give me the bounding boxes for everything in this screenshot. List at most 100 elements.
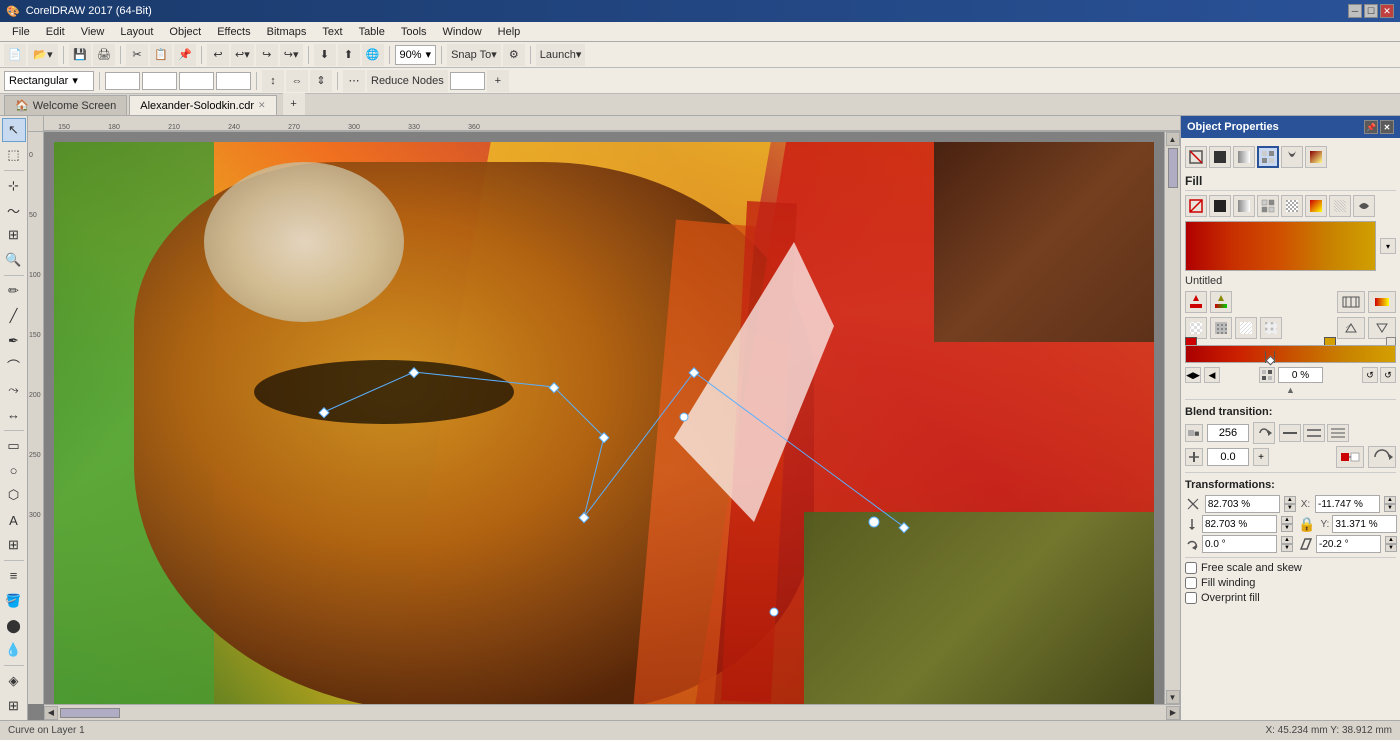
tab-close-icon[interactable]: ✕ — [258, 100, 266, 111]
smooth-tool[interactable]: 〜 — [2, 198, 26, 222]
publish-button[interactable]: 🌐 — [362, 44, 384, 66]
new-tab-button[interactable]: + — [283, 93, 305, 115]
grad-pct-input[interactable]: 0 % — [1278, 367, 1323, 383]
color-stop-mid[interactable] — [1265, 351, 1275, 363]
blend-offset-plus[interactable]: + — [1253, 448, 1269, 466]
mirror-h-button[interactable]: ⇔ — [286, 70, 308, 92]
crop-tool[interactable]: ⊞ — [2, 223, 26, 247]
menu-text[interactable]: Text — [314, 24, 350, 40]
vscroll-track[interactable] — [1166, 146, 1180, 690]
blend-cycle3-btn[interactable] — [1368, 446, 1396, 468]
blend-steps-input[interactable]: 256 — [1207, 424, 1249, 442]
node-edit-btn[interactable]: ⋯ — [343, 70, 365, 92]
undo-dropdown[interactable]: ↩▾ — [231, 44, 254, 66]
menu-window[interactable]: Window — [435, 24, 490, 40]
new-button[interactable]: 📄 — [4, 44, 26, 66]
blend-icon1[interactable] — [1185, 424, 1203, 442]
panel-pin-button[interactable]: 📌 — [1364, 120, 1378, 134]
menu-table[interactable]: Table — [351, 24, 393, 40]
hscroll-thumb[interactable] — [60, 708, 120, 718]
table-tool[interactable]: ⊞ — [2, 533, 26, 557]
scale-x-up[interactable]: ▲ — [1284, 496, 1296, 504]
polygon-tool[interactable]: ⬡ — [2, 484, 26, 508]
fill-more-btn[interactable] — [1353, 195, 1375, 217]
scale-x-down[interactable]: ▼ — [1284, 504, 1296, 512]
fill-pattern-btn[interactable] — [1257, 195, 1279, 217]
tab-welcome[interactable]: 🏠 Welcome Screen — [4, 95, 127, 115]
fill-solid-btn[interactable] — [1209, 195, 1231, 217]
select-tool[interactable]: ↖ — [2, 118, 26, 142]
parallel-dim-tool[interactable]: ≡ — [2, 564, 26, 588]
overprint-fill-checkbox[interactable] — [1185, 592, 1197, 604]
grad-left-arrow[interactable]: ◀▶ — [1185, 367, 1201, 383]
mesh-fill-tool[interactable]: ⊞ — [2, 694, 26, 718]
panel-close-button[interactable]: ✕ — [1380, 120, 1394, 134]
node-plus-btn[interactable]: + — [487, 70, 509, 92]
height-input[interactable] — [216, 72, 251, 90]
menu-bitmaps[interactable]: Bitmaps — [259, 24, 315, 40]
zoom-tool[interactable]: 🔍 — [2, 248, 26, 272]
fill-icon-tab5[interactable] — [1281, 146, 1303, 168]
fill-icon-tab2[interactable] — [1209, 146, 1231, 168]
pos-y-input[interactable]: 31.371 % — [1332, 515, 1397, 533]
fill-pattern-opt1[interactable] — [1185, 317, 1207, 339]
skew-down[interactable]: ▼ — [1385, 544, 1397, 552]
bspline-tool[interactable]: ⌒ — [2, 353, 26, 377]
scroll-right-button[interactable]: ▶ — [1166, 706, 1180, 720]
text-tool[interactable]: A — [2, 508, 26, 532]
minimize-button[interactable]: ─ — [1348, 4, 1362, 18]
grad-right-arrow[interactable]: ◀ — [1204, 367, 1220, 383]
menu-layout[interactable]: Layout — [112, 24, 161, 40]
scale-y-input[interactable]: 82.703 % — [1202, 515, 1277, 533]
cut-button[interactable]: ✂ — [126, 44, 148, 66]
x-position-input[interactable] — [105, 72, 140, 90]
copy-button[interactable]: 📋 — [150, 44, 172, 66]
fill-arrow-btn2[interactable] — [1368, 317, 1396, 339]
gradient-dropdown-btn[interactable]: ▾ — [1380, 238, 1396, 254]
y-position-input[interactable] — [142, 72, 177, 90]
open-dropdown[interactable]: 📂▾ — [28, 44, 58, 66]
scale-x-input[interactable]: 82.703 % — [1205, 495, 1280, 513]
fill-icon-tab3[interactable] — [1233, 146, 1255, 168]
save-button[interactable]: 💾 — [69, 44, 91, 66]
blend-cycle2-btn[interactable] — [1336, 446, 1364, 468]
freehand-select-tool[interactable]: ⬚ — [2, 143, 26, 167]
menu-help[interactable]: Help — [490, 24, 529, 40]
fill-edit-btn1[interactable] — [1185, 291, 1207, 313]
fill-swap-btn[interactable] — [1368, 291, 1396, 313]
scroll-up-button[interactable]: ▲ — [1166, 132, 1180, 146]
restore-button[interactable]: ☐ — [1364, 4, 1378, 18]
rotation-up[interactable]: ▲ — [1281, 536, 1293, 544]
fill-pattern2-btn[interactable] — [1281, 195, 1303, 217]
mirror-v-button[interactable]: ⇕ — [310, 70, 332, 92]
pos-x-input[interactable]: -11.747 % — [1315, 495, 1380, 513]
menu-effects[interactable]: Effects — [209, 24, 258, 40]
shape-type-dropdown[interactable]: Rectangular ▾ — [4, 71, 94, 91]
ellipse-tool[interactable]: ○ — [2, 459, 26, 483]
blend-style-2[interactable] — [1303, 424, 1325, 442]
fill-none-btn[interactable] — [1185, 195, 1207, 217]
free-scale-checkbox[interactable] — [1185, 562, 1197, 574]
canvas-content[interactable] — [44, 132, 1180, 704]
shape-tool[interactable]: ⊹ — [2, 174, 26, 198]
scale-y-up[interactable]: ▲ — [1281, 516, 1293, 524]
redo-dropdown[interactable]: ↪▾ — [280, 44, 303, 66]
fill-arrow-btn1[interactable] — [1337, 317, 1365, 339]
reduce-nodes-btn[interactable]: Reduce Nodes — [367, 70, 448, 92]
fill-icon-tab1[interactable] — [1185, 146, 1207, 168]
grad-reverse-btn[interactable]: ↺ — [1362, 367, 1378, 383]
fill-icon-tab4-active[interactable] — [1257, 146, 1279, 168]
connector-tool[interactable]: ⤳ — [2, 378, 26, 402]
scroll-down-button[interactable]: ▼ — [1166, 690, 1180, 704]
dimension-tool[interactable]: ↔ — [2, 403, 26, 427]
smart-fill-tool[interactable]: ⬤ — [2, 614, 26, 638]
gradient-color-bar[interactable] — [1185, 345, 1396, 363]
launch-dropdown[interactable]: Launch ▾ — [536, 44, 586, 66]
pos-x-up[interactable]: ▲ — [1384, 496, 1396, 504]
options-button[interactable]: ⚙ — [503, 44, 525, 66]
freehand-tool[interactable]: ✏ — [2, 279, 26, 303]
zoom-dropdown[interactable]: 90% ▾ — [395, 45, 437, 65]
fill-winding-checkbox[interactable] — [1185, 577, 1197, 589]
rectangle-tool[interactable]: ▭ — [2, 434, 26, 458]
menu-edit[interactable]: Edit — [38, 24, 73, 40]
